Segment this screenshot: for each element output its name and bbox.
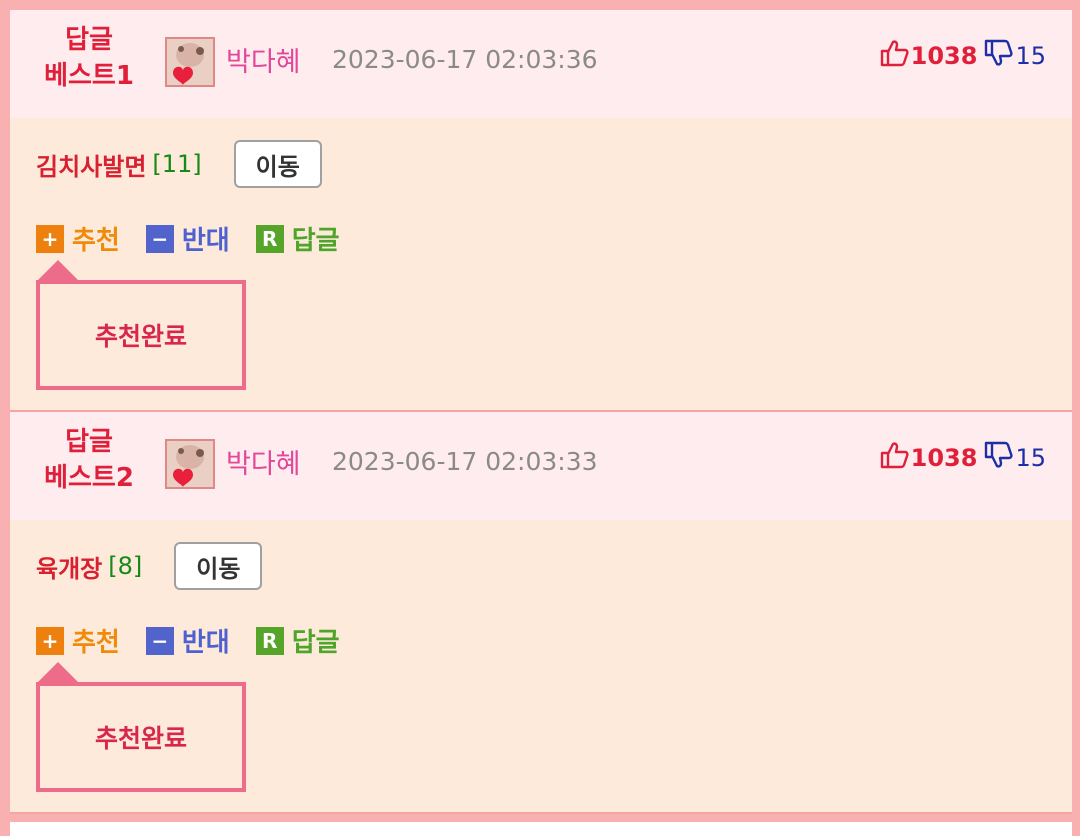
reply-count: [11] xyxy=(152,150,202,178)
reply-label: 답글 xyxy=(291,628,340,658)
recommend-button[interactable]: + 추천 xyxy=(36,220,120,257)
vote-summary: 1038 15 xyxy=(879,441,1046,475)
dislike-count: 15 xyxy=(1015,42,1046,70)
username[interactable]: 박다혜 xyxy=(226,442,301,481)
timestamp: 2023-06-17 02:03:33 xyxy=(332,447,598,476)
reply-button[interactable]: R 답글 xyxy=(255,220,340,257)
avatar[interactable] xyxy=(165,37,215,87)
oppose-label: 반대 xyxy=(181,628,230,658)
reply-count: [8] xyxy=(108,552,143,580)
recommend-button[interactable]: + 추천 xyxy=(36,622,120,659)
r-box-icon: R xyxy=(255,626,284,655)
oppose-label: 반대 xyxy=(181,226,230,256)
comment-body: 김치사발면 [11] 이동 + 추천 − 반대 R 답글 추천완료 xyxy=(10,118,1072,410)
recommend-complete-tooltip: 추천완료 xyxy=(36,280,246,390)
oppose-button[interactable]: − 반대 xyxy=(145,220,230,257)
thumbs-up-icon xyxy=(879,441,909,475)
comment-line: 김치사발면 [11] 이동 xyxy=(36,140,322,188)
comment-actions: + 추천 − 반대 R 답글 xyxy=(36,220,366,257)
recommend-label: 추천 xyxy=(72,628,120,658)
best-label-line1: 답글 xyxy=(65,25,113,55)
best-label-line2: 베스트2 xyxy=(44,463,134,493)
plus-box-icon: + xyxy=(36,224,64,253)
comment-header: 답글 베스트2 박다혜 2023-06-17 02:03:33 1038 15 xyxy=(10,412,1072,520)
next-comment-edge xyxy=(10,822,1072,836)
thumbs-down-icon xyxy=(983,441,1014,475)
reply-label: 답글 xyxy=(291,226,340,256)
minus-box-icon: − xyxy=(145,626,174,655)
vote-summary: 1038 15 xyxy=(879,39,1046,73)
thumbs-down-icon xyxy=(983,39,1014,73)
plus-box-icon: + xyxy=(36,626,64,655)
best-label-line1: 답글 xyxy=(65,427,113,457)
dislike-count: 15 xyxy=(1015,444,1046,472)
reply-button[interactable]: R 답글 xyxy=(255,622,340,659)
username[interactable]: 박다혜 xyxy=(226,40,301,79)
thumbs-up-icon xyxy=(879,39,909,73)
tooltip-arrow xyxy=(36,662,80,684)
comment-list: 답글 베스트1 박다혜 2023-06-17 02:03:36 1038 15 … xyxy=(10,10,1072,836)
best-badge: 답글 베스트2 xyxy=(24,424,154,496)
comment-body: 육개장 [8] 이동 + 추천 − 반대 R 답글 추천완료 xyxy=(10,520,1072,812)
recommend-complete-tooltip: 추천완료 xyxy=(36,682,246,792)
comment-header: 답글 베스트1 박다혜 2023-06-17 02:03:36 1038 15 xyxy=(10,10,1072,118)
recommend-label: 추천 xyxy=(72,226,120,256)
best-label-line2: 베스트1 xyxy=(44,61,134,91)
comment-line: 육개장 [8] 이동 xyxy=(36,542,263,590)
comment-text: 김치사발면 xyxy=(36,152,147,181)
comment-text: 육개장 xyxy=(36,554,103,583)
move-button[interactable]: 이동 xyxy=(233,140,322,188)
comment-actions: + 추천 − 반대 R 답글 xyxy=(36,622,366,659)
minus-box-icon: − xyxy=(145,224,174,253)
avatar[interactable] xyxy=(165,439,215,489)
divider xyxy=(10,812,1072,814)
best-comment-1: 답글 베스트1 박다혜 2023-06-17 02:03:36 1038 15 … xyxy=(10,10,1072,410)
like-count: 1038 xyxy=(910,42,978,70)
move-button[interactable]: 이동 xyxy=(174,542,263,590)
like-count: 1038 xyxy=(910,444,978,472)
r-box-icon: R xyxy=(255,224,284,253)
tooltip-arrow xyxy=(36,260,80,282)
oppose-button[interactable]: − 반대 xyxy=(145,622,230,659)
best-badge: 답글 베스트1 xyxy=(24,22,154,94)
timestamp: 2023-06-17 02:03:36 xyxy=(332,45,598,74)
best-comment-2: 답글 베스트2 박다혜 2023-06-17 02:03:33 1038 15 … xyxy=(10,412,1072,812)
